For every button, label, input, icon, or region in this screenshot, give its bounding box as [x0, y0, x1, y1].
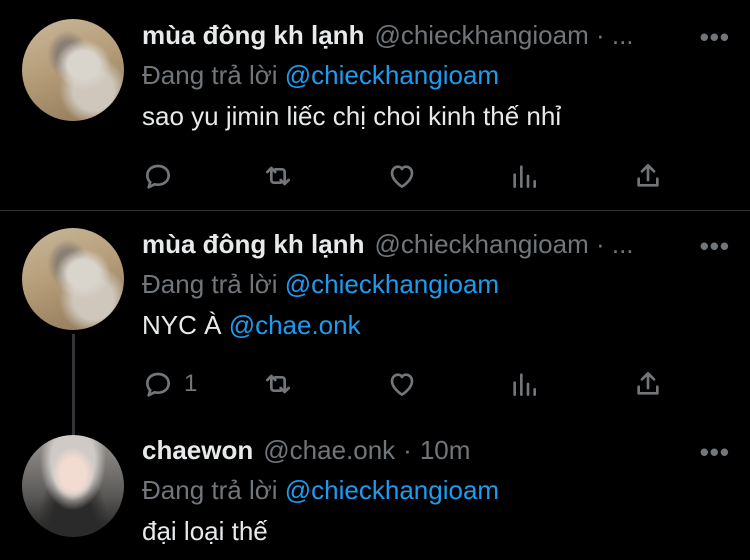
- more-options-icon[interactable]: •••: [700, 20, 730, 54]
- retweet-button[interactable]: [262, 160, 294, 192]
- display-name[interactable]: mùa đông kh lạnh: [142, 20, 364, 51]
- reply-button[interactable]: [142, 160, 184, 192]
- tweet-text: NYC À @chae.onk: [142, 310, 730, 341]
- retweet-icon: [266, 374, 290, 394]
- views-button[interactable]: [508, 368, 540, 400]
- share-icon: [637, 372, 659, 395]
- replying-to: Đang trả lời @chieckhangioam: [142, 269, 730, 300]
- retweet-icon: [266, 166, 290, 186]
- user-handle[interactable]: @chae.onk: [263, 435, 395, 466]
- display-name[interactable]: mùa đông kh lạnh: [142, 229, 364, 260]
- display-name[interactable]: chaewon: [142, 435, 253, 466]
- timestamp[interactable]: 10m: [420, 435, 471, 466]
- like-button[interactable]: [386, 368, 418, 400]
- like-icon: [390, 373, 414, 396]
- replying-to-link[interactable]: @chieckhangioam: [285, 475, 499, 505]
- tweet-actions: 1: [142, 368, 662, 402]
- user-handle[interactable]: @chieckhangioam · ...: [374, 20, 633, 51]
- more-options-icon[interactable]: •••: [700, 229, 730, 263]
- retweet-button[interactable]: [262, 368, 294, 400]
- reply-count: 1: [184, 370, 198, 397]
- share-button[interactable]: [632, 368, 664, 400]
- reply-button[interactable]: 1: [142, 368, 197, 400]
- replying-to-link[interactable]: @chieckhangioam: [285, 269, 499, 299]
- reply-icon: [146, 164, 170, 189]
- replying-to: Đang trả lời @chieckhangioam: [142, 475, 730, 506]
- reply-icon: [146, 372, 170, 397]
- views-icon: [513, 373, 536, 396]
- tweet-2[interactable]: mùa đông kh lạnh @chieckhangioam · ... •…: [0, 211, 750, 421]
- tweet-actions: [142, 160, 662, 194]
- tweet-3[interactable]: chaewon @chae.onk · 10m ••• Đang trả lời…: [0, 421, 750, 560]
- like-icon: [390, 165, 414, 188]
- replying-to: Đang trả lời @chieckhangioam: [142, 60, 730, 91]
- avatar[interactable]: [22, 435, 124, 537]
- like-button[interactable]: [386, 160, 418, 192]
- user-handle[interactable]: @chieckhangioam · ...: [374, 229, 633, 260]
- share-icon: [637, 164, 659, 187]
- separator-dot: ·: [403, 435, 412, 465]
- replying-to-label: Đang trả lời: [142, 60, 285, 90]
- tweet-1[interactable]: mùa đông kh lạnh @chieckhangioam · ... •…: [0, 0, 750, 210]
- tweet-header: chaewon @chae.onk · 10m: [142, 435, 730, 469]
- tweet-text: sao yu jimin liếc chị choi kinh thế nhỉ: [142, 101, 562, 131]
- tweet-header: mùa đông kh lạnh @chieckhangioam · ...: [142, 20, 730, 54]
- tweet-text: đại loại thế: [142, 516, 268, 546]
- views-icon: [513, 165, 536, 188]
- more-options-icon[interactable]: •••: [700, 435, 730, 469]
- views-button[interactable]: [508, 160, 540, 192]
- tweet-header: mùa đông kh lạnh @chieckhangioam · ...: [142, 229, 730, 263]
- replying-to-link[interactable]: @chieckhangioam: [285, 60, 499, 90]
- tweet-text-body: NYC À: [142, 310, 229, 340]
- share-button[interactable]: [632, 160, 664, 192]
- avatar[interactable]: [22, 19, 124, 121]
- mention-link[interactable]: @chae.onk: [229, 310, 361, 340]
- replying-to-label: Đang trả lời: [142, 269, 285, 299]
- replying-to-label: Đang trả lời: [142, 475, 285, 505]
- avatar[interactable]: [22, 228, 124, 330]
